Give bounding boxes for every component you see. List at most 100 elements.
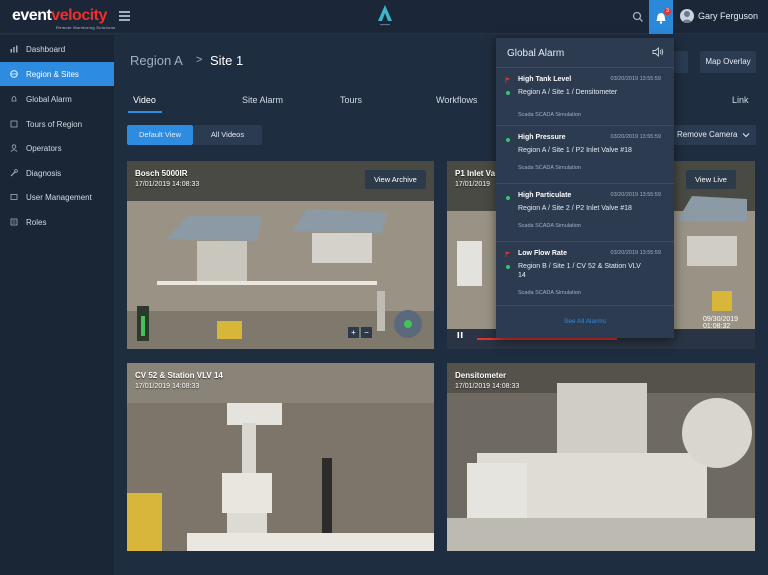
alarm-item[interactable]: High Pressure 03/20/2019 13:55:59 Region… — [496, 126, 674, 184]
bell-icon — [11, 96, 17, 102]
alarm-name: High Tank Level — [518, 76, 572, 83]
alarm-source: Scada SCADA Simulation — [518, 223, 581, 229]
sidebar-item-roles[interactable]: Roles — [0, 210, 114, 234]
sidebar-item-label: Global Alarm — [26, 94, 72, 104]
sidebar-item-tours-of-region[interactable]: Tours of Region — [0, 112, 114, 136]
sidebar-item-operators[interactable]: Operators — [0, 136, 114, 160]
breadcrumb-separator: > — [196, 54, 203, 66]
globe-icon — [10, 70, 18, 78]
tab-tours[interactable]: Tours — [340, 95, 362, 105]
default-view-button[interactable]: Default View — [127, 125, 193, 145]
sidebar-item-label: Region & Sites — [26, 69, 79, 79]
tab-link[interactable]: Link — [732, 95, 749, 105]
view-archive-button[interactable]: View Archive — [365, 170, 426, 189]
camera-tile-cv52[interactable]: CV 52 & Station VLV 14 17/01/2019 14:08:… — [127, 363, 434, 551]
active-tab-indicator — [128, 111, 162, 113]
status-dot — [506, 196, 510, 200]
view-live-button[interactable]: View Live — [686, 170, 736, 189]
wrench-icon — [10, 169, 18, 177]
alarm-source: Scada SCADA Simulation — [518, 112, 581, 118]
tab-workflows[interactable]: Workflows — [436, 95, 477, 105]
notifications-button[interactable] — [649, 0, 673, 34]
camera-timestamp: 17/01/2019 14:08:33 — [135, 383, 200, 390]
breadcrumb-region[interactable]: Region A — [130, 53, 183, 68]
camera-timestamp: 17/01/2019 14:08:33 — [135, 181, 200, 188]
sidebar-item-label: Operators — [26, 143, 62, 153]
map-overlay-button[interactable]: Map Overlay — [700, 51, 756, 73]
avatar[interactable] — [680, 9, 694, 23]
alarm-time: 03/20/2019 13:55:59 — [610, 134, 661, 140]
speaker-icon[interactable] — [652, 47, 664, 57]
remove-camera-dropdown[interactable]: Remove Camera — [670, 125, 756, 145]
logo-subtitle: Remote Monitoring Solutions — [56, 25, 116, 30]
zoom-in-button[interactable]: + — [348, 327, 359, 338]
alarm-item[interactable]: High Particulate 03/20/2019 13:55:59 Reg… — [496, 184, 674, 242]
alarm-source: Scada SCADA Simulation — [518, 290, 581, 296]
menu-toggle-icon[interactable] — [119, 11, 130, 21]
ptz-control-pad[interactable] — [393, 309, 423, 339]
tab-video[interactable]: Video — [133, 95, 156, 105]
see-all-alarms-link[interactable]: See All Alarms — [496, 318, 674, 325]
camera-timestamp: 17/01/2019 — [455, 181, 491, 188]
camera-title: P1 Inlet Va — [455, 169, 496, 178]
camera-feed-image — [127, 363, 434, 551]
alarm-time: 03/20/2019 13:55:59 — [610, 192, 661, 198]
sidebar-item-diagnosis[interactable]: Diagnosis — [0, 161, 114, 185]
status-dot — [506, 265, 510, 269]
alarm-location: Region A / Site 1 / Densitometer — [518, 89, 618, 96]
chart-icon — [10, 45, 18, 53]
sidebar-item-label: User Management — [26, 192, 92, 202]
sidebar: Dashboard Region & Sites Global Alarm To… — [0, 35, 114, 575]
all-videos-button[interactable]: All Videos — [193, 125, 262, 145]
alarm-name: High Particulate — [518, 192, 572, 199]
red-flag-icon — [505, 77, 511, 83]
users-icon — [10, 194, 18, 200]
user-icon — [10, 144, 18, 152]
app-logo[interactable]: eventvelocity — [12, 7, 107, 25]
remove-camera-label: Remove Camera — [677, 130, 738, 139]
alarm-time: 03/20/2019 13:55:59 — [610, 76, 661, 82]
sidebar-item-global-alarm[interactable]: Global Alarm — [0, 87, 114, 111]
camera-title: CV 52 & Station VLV 14 — [135, 371, 223, 380]
roles-icon — [10, 218, 18, 226]
tab-site-alarm[interactable]: Site Alarm — [242, 95, 283, 105]
brand-mark-icon — [378, 5, 392, 26]
sidebar-item-label: Roles — [26, 217, 47, 227]
alarm-time: 03/20/2019 13:55:59 — [610, 250, 661, 256]
sidebar-item-region-sites[interactable]: Region & Sites — [0, 62, 114, 86]
alarm-name: High Pressure — [518, 134, 566, 141]
camera-title: Bosch 5000IR — [135, 169, 188, 178]
zoom-out-button[interactable]: − — [361, 327, 372, 338]
alarm-panel-title: Global Alarm — [507, 48, 565, 59]
tour-icon — [10, 120, 18, 128]
alarm-item[interactable]: High Tank Level 03/20/2019 13:55:59 Regi… — [496, 68, 674, 126]
sidebar-item-user-management[interactable]: User Management — [0, 185, 114, 209]
logo-text-velocity: velocity — [51, 7, 107, 24]
playback-time: 09/30/2019 01:08:32 — [703, 316, 739, 330]
red-flag-icon — [505, 251, 511, 257]
camera-tile-bosch[interactable]: Bosch 5000IR 17/01/2019 14:08:33 View Ar… — [127, 161, 434, 349]
camera-title: Densitometer — [455, 371, 507, 380]
camera-feed-image — [447, 363, 755, 551]
global-alarm-panel: Global Alarm High Tank Level 03/20/2019 … — [496, 38, 674, 338]
alarm-location: Region B / Site 1 / CV 52 & Station VLV … — [518, 263, 641, 279]
breadcrumb-site: Site 1 — [210, 53, 244, 68]
alarm-panel-header: Global Alarm — [496, 38, 674, 68]
sidebar-item-dashboard[interactable]: Dashboard — [0, 37, 114, 61]
chevron-down-icon — [742, 133, 750, 138]
pause-icon[interactable] — [456, 331, 464, 339]
sidebar-item-label: Dashboard — [26, 44, 66, 54]
notification-badge: 3 — [664, 8, 671, 15]
search-icon[interactable] — [632, 11, 644, 23]
alarm-source: Scada SCADA Simulation — [518, 165, 581, 171]
top-bar: eventvelocity Remote Monitoring Solution… — [0, 0, 768, 34]
status-dot — [506, 91, 510, 95]
alarm-item[interactable]: Low Flow Rate 03/20/2019 13:55:59 Region… — [496, 242, 674, 306]
camera-feed-image — [127, 161, 434, 349]
alarm-location: Region A / Site 2 / P2 Inlet Valve #18 — [518, 205, 632, 212]
user-name[interactable]: Gary Ferguson — [698, 11, 758, 21]
camera-timestamp: 17/01/2019 14:08:33 — [455, 383, 520, 390]
status-dot — [506, 138, 510, 142]
camera-tile-densitometer[interactable]: Densitometer 17/01/2019 14:08:33 — [447, 363, 755, 551]
alarm-location: Region A / Site 1 / P2 Inlet Valve #18 — [518, 147, 632, 154]
